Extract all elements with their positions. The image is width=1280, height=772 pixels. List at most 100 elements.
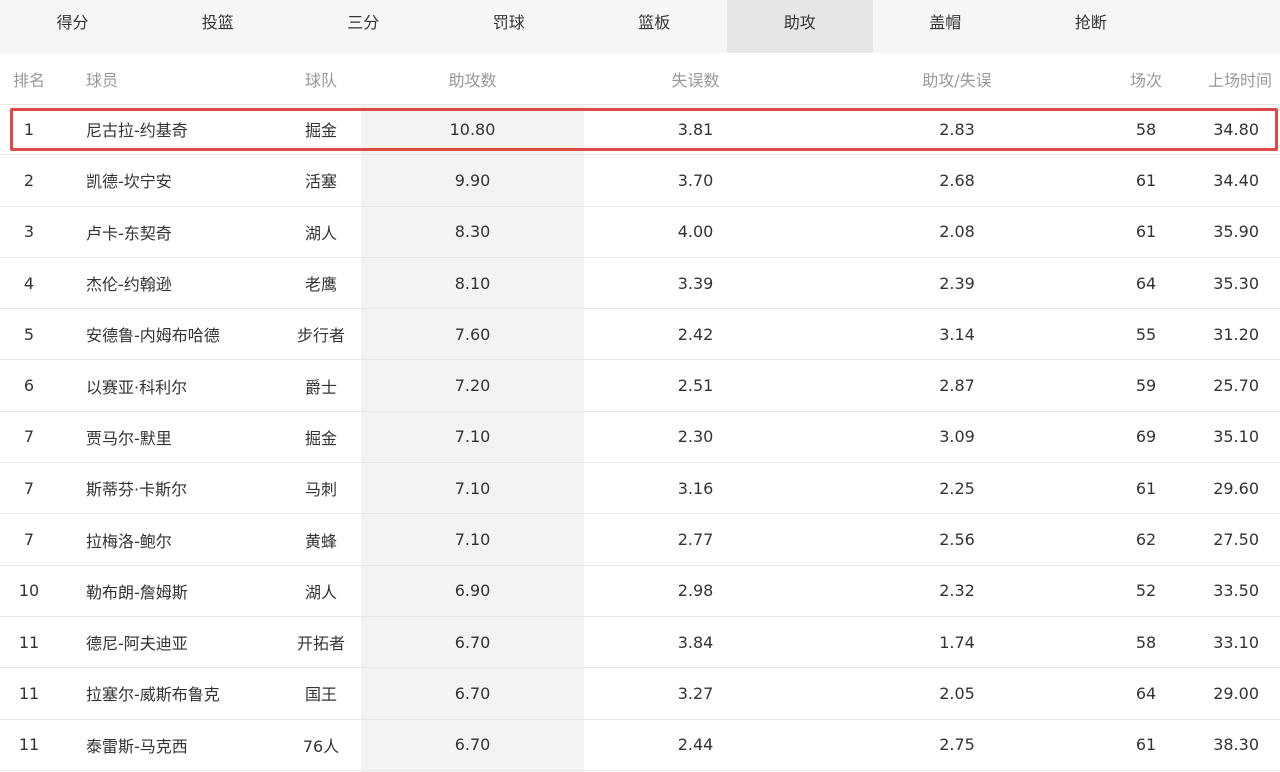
- tab-6[interactable]: 盖帽: [873, 0, 1019, 53]
- player-name[interactable]: 安德鲁-内姆布哈德: [86, 309, 296, 359]
- rank-cell: 1: [23, 119, 35, 139]
- games-value: 61: [1135, 735, 1157, 755]
- header-games[interactable]: 场次: [1110, 53, 1182, 104]
- rank-cell: 10: [18, 581, 40, 601]
- tab-1[interactable]: 投篮: [145, 0, 291, 53]
- rank-cell: 11: [18, 735, 40, 755]
- ratio-value: 2.75: [939, 735, 975, 755]
- player-name[interactable]: 凯德-坎宁安: [86, 155, 296, 205]
- turnovers-value: 3.39: [677, 273, 714, 293]
- player-name[interactable]: 拉梅洛-鲍尔: [86, 514, 296, 564]
- turnovers-value: 2.44: [677, 735, 714, 755]
- table-row[interactable]: 11 拉塞尔-威斯布鲁克 国王 6.70 3.27 2.05 64 29.00: [0, 668, 1280, 720]
- table-row[interactable]: 7 贾马尔-默里 掘金 7.10 2.30 3.09 69 35.10: [0, 412, 1280, 464]
- table-row[interactable]: 10 勒布朗-詹姆斯 湖人 6.90 2.98 2.32 52 33.50: [0, 566, 1280, 617]
- assists-value: 8.30: [454, 222, 491, 242]
- minutes-value: 34.40: [1213, 170, 1259, 190]
- table-row[interactable]: 6 以赛亚·科利尔 爵士 7.20 2.51 2.87 59 25.70: [0, 360, 1280, 412]
- player-name[interactable]: 勒布朗-詹姆斯: [86, 566, 296, 616]
- header-assists[interactable]: 助攻数: [361, 53, 584, 104]
- team-name: 掘金: [304, 428, 337, 448]
- rank-cell: 11: [18, 632, 40, 652]
- team-name: 湖人: [304, 223, 337, 243]
- team-name: 马刺: [304, 480, 337, 500]
- tab-3[interactable]: 罚球: [436, 0, 582, 53]
- assists-value: 7.60: [454, 324, 491, 344]
- stat-category-tabs: 得分 投篮 三分 罚球 篮板 助攻 盖帽 抢断: [0, 0, 1280, 53]
- rank-cell: 3: [23, 222, 35, 242]
- player-name[interactable]: 拉塞尔-威斯布鲁克: [86, 668, 296, 718]
- assists-value: 6.90: [454, 581, 491, 601]
- ratio-value: 2.32: [939, 581, 975, 601]
- ratio-value: 2.87: [939, 376, 975, 396]
- tab-2[interactable]: 三分: [291, 0, 437, 53]
- games-value: 61: [1135, 170, 1157, 190]
- minutes-value: 29.00: [1213, 683, 1259, 703]
- table-row[interactable]: 5 安德鲁-内姆布哈德 步行者 7.60 2.42 3.14 55 31.20: [0, 309, 1280, 361]
- player-name[interactable]: 卢卡-东契奇: [86, 207, 296, 257]
- turnovers-value: 3.81: [677, 119, 714, 139]
- tab-4[interactable]: 篮板: [582, 0, 728, 53]
- player-name[interactable]: 斯蒂芬·卡斯尔: [86, 463, 296, 513]
- assists-value: 6.70: [454, 632, 491, 652]
- assists-value: 6.70: [454, 735, 491, 755]
- table-row[interactable]: 4 杰伦-约翰逊 老鹰 8.10 3.39 2.39 64 35.30: [0, 258, 1280, 310]
- minutes-value: 35.30: [1213, 273, 1259, 293]
- team-name: 爵士: [304, 377, 337, 397]
- games-value: 59: [1135, 376, 1157, 396]
- team-name: 76人: [302, 736, 340, 756]
- table-row[interactable]: 7 拉梅洛-鲍尔 黄蜂 7.10 2.77 2.56 62 27.50: [0, 514, 1280, 566]
- assists-value: 10.80: [449, 119, 496, 139]
- rank-cell: 7: [23, 478, 35, 498]
- table-row[interactable]: 11 泰雷斯-马克西 76人 6.70 2.44 2.75 61 38.30: [0, 720, 1280, 771]
- rank-cell: 6: [23, 376, 35, 396]
- header-ratio[interactable]: 助攻/失误: [807, 53, 1107, 104]
- header-player[interactable]: 球员: [86, 53, 296, 104]
- turnovers-value: 4.00: [677, 222, 714, 242]
- table-row[interactable]: 7 斯蒂芬·卡斯尔 马刺 7.10 3.16 2.25 61 29.60: [0, 463, 1280, 515]
- tab-0[interactable]: 得分: [0, 0, 145, 53]
- header-minutes[interactable]: 上场时间: [1190, 53, 1280, 104]
- assists-value: 7.20: [454, 376, 491, 396]
- ratio-value: 2.08: [939, 222, 975, 242]
- tab-7[interactable]: 抢断: [1018, 0, 1164, 53]
- ratio-value: 2.39: [939, 273, 975, 293]
- rank-cell: 11: [18, 683, 40, 703]
- ratio-value: 2.68: [939, 170, 975, 190]
- table-row[interactable]: 2 凯德-坎宁安 活塞 9.90 3.70 2.68 61 34.40: [0, 155, 1280, 207]
- player-name[interactable]: 尼古拉-约基奇: [86, 104, 296, 154]
- turnovers-value: 3.70: [677, 170, 714, 190]
- minutes-value: 35.90: [1213, 222, 1259, 242]
- player-name[interactable]: 泰雷斯-马克西: [86, 720, 296, 770]
- table-row[interactable]: 1 尼古拉-约基奇 掘金 10.80 3.81 2.83 58 34.80: [0, 104, 1280, 156]
- header-rank[interactable]: 排名: [0, 53, 58, 104]
- assists-value: 7.10: [454, 427, 491, 447]
- ratio-value: 3.14: [939, 324, 975, 344]
- header-turnovers[interactable]: 失误数: [584, 53, 807, 104]
- turnovers-value: 2.51: [677, 376, 714, 396]
- ratio-value: 2.25: [939, 478, 975, 498]
- team-name: 步行者: [296, 326, 345, 346]
- leaderboard-table: 1 尼古拉-约基奇 掘金 10.80 3.81 2.83 58 34.80 2 凯德-坎宁安 活塞 9…: [0, 104, 1280, 771]
- player-name[interactable]: 贾马尔-默里: [86, 412, 296, 462]
- rank-cell: 2: [23, 170, 35, 190]
- rank-cell: 4: [23, 273, 35, 293]
- team-name: 开拓者: [296, 634, 345, 654]
- player-name[interactable]: 杰伦-约翰逊: [86, 258, 296, 308]
- games-value: 55: [1135, 324, 1157, 344]
- table-header: 排名 球员 球队 助攻数 失误数 助攻/失误 场次 上场时间: [0, 53, 1280, 105]
- minutes-value: 35.10: [1213, 427, 1259, 447]
- assists-value: 7.10: [454, 478, 491, 498]
- table-row[interactable]: 3 卢卡-东契奇 湖人 8.30 4.00 2.08 61 35.90: [0, 207, 1280, 258]
- player-name[interactable]: 德尼-阿夫迪亚: [86, 617, 296, 667]
- turnovers-value: 2.30: [677, 427, 714, 447]
- rank-cell: 7: [23, 427, 35, 447]
- ratio-value: 1.74: [939, 632, 975, 652]
- minutes-value: 33.50: [1213, 581, 1259, 601]
- team-name: 黄蜂: [304, 531, 337, 551]
- header-team[interactable]: 球队: [286, 53, 356, 104]
- player-name[interactable]: 以赛亚·科利尔: [86, 360, 296, 410]
- tab-5[interactable]: 助攻: [727, 0, 873, 53]
- assists-value: 6.70: [454, 683, 491, 703]
- table-row[interactable]: 11 德尼-阿夫迪亚 开拓者 6.70 3.84 1.74 58 33.10: [0, 617, 1280, 669]
